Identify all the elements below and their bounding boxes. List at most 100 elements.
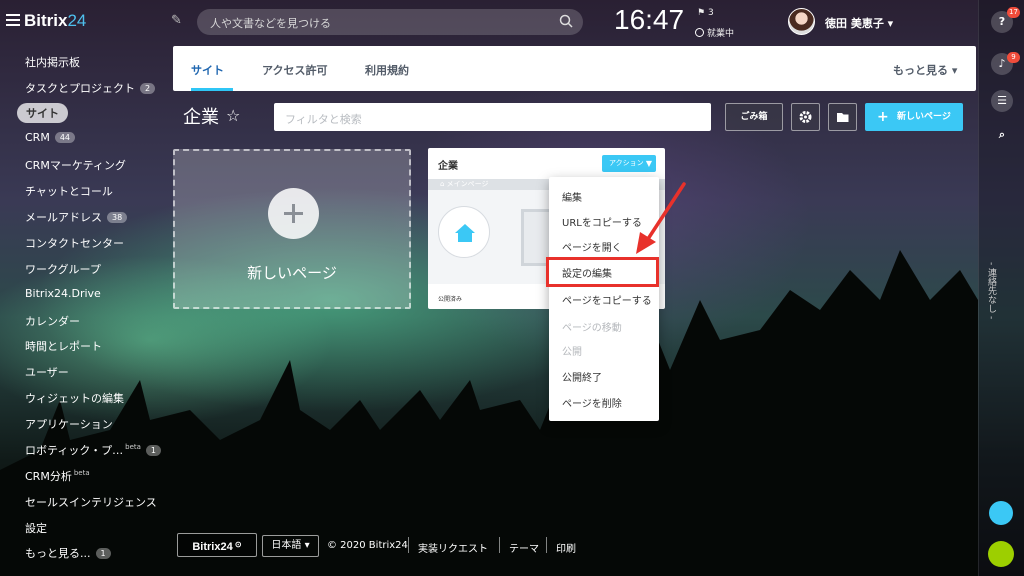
implementation-request-link[interactable]: 実装リクエスト [418,540,488,555]
search-icon[interactable]: ⌕ [991,124,1013,146]
sidebar-item-sites[interactable]: サイト [17,103,68,123]
language-label: 日本語 [271,540,302,551]
menu-item-edit[interactable]: 編集 [562,189,582,204]
plus-icon [268,188,319,239]
tab-more-label: もっと見る [893,64,948,77]
chat-icon[interactable]: ☰ [991,90,1013,112]
theme-link[interactable]: テーマ [509,540,539,555]
menu-item-publish: 公開 [562,347,582,358]
new-page-tile-label: 新しいページ [247,264,337,282]
sidebar-item-applications[interactable]: アプリケーション [25,416,113,432]
filter-placeholder: フィルタと検索 [285,113,362,126]
footer-divider [499,537,500,553]
sidebar-item-robotic[interactable]: ロボティック・プ… beta 1 [25,442,162,458]
sidebar-item-workgroups[interactable]: ワークグループ [25,261,101,277]
sidebar-item-sales-intelligence[interactable]: セールスインテリジェンス [25,494,157,510]
sidebar-item-calendar[interactable]: カレンダー [25,313,80,329]
mail-count-badge: 38 [107,212,128,223]
new-page-button-label: 新しいページ [897,112,951,122]
language-select[interactable]: 日本語 ▾ [262,535,319,557]
menu-item-copy-page[interactable]: ページをコピーする [562,292,652,307]
clock[interactable]: 16:47 [614,4,684,36]
action-button-label: アクション [609,159,644,167]
user-name: 徳田 美恵子 [825,17,884,30]
folder-button[interactable] [828,103,857,131]
site-status: 公開済み [438,296,463,303]
search-icon [559,14,573,28]
menu-item-move-page: ページの移動 [562,323,622,334]
chevron-down-icon: ▼ [645,159,652,168]
trash-button[interactable]: ごみ箱 [725,103,783,131]
crm-count-badge: 44 [54,132,76,143]
help-badge: 17 [1007,7,1020,18]
star-icon[interactable]: ☆ [226,106,240,125]
tab-bar: サイト アクセス許可 利用規約 もっと見る ▾ [173,46,976,91]
top-bar: Bitrix24 ✎ 人や文書などを見つける 16:47 ⚑ 3 就業中 徳田 … [0,0,978,44]
work-status-label: 就業中 [707,29,735,39]
bitrix24-logo[interactable]: Bitrix24 [24,11,86,31]
sidebar-item-crm-analytics[interactable]: CRM分析 beta [25,468,90,484]
page-title: 企業 [183,107,219,128]
sidebar-item-chat[interactable]: チャットとコール [25,183,113,199]
tasks-count-badge: 2 [140,83,156,94]
search-input[interactable]: 人や文書などを見つける [197,9,583,35]
beta-label: beta [73,469,90,477]
highlight-box [546,257,659,287]
transfer-icon[interactable] [989,501,1013,525]
work-status[interactable]: 就業中 [695,26,734,39]
clock-status-icon [695,28,704,37]
phone-icon[interactable] [988,541,1014,567]
sidebar-item-users[interactable]: ユーザー [25,364,69,380]
sidebar-item-more[interactable]: もっと見る... 1 [25,545,111,561]
footer-logo-text: Bitrix24 [192,541,233,553]
home-icon [438,206,490,258]
preview-bar-label: メインページ [446,180,489,188]
action-button[interactable]: アクション ▼ [602,155,656,172]
robotic-count-badge: 1 [145,445,162,456]
new-page-tile[interactable]: 新しいページ [173,149,411,309]
gear-icon [799,111,812,123]
menu-item-unpublish[interactable]: 公開終了 [562,369,602,384]
sidebar-item-tasks[interactable]: タスクとプロジェクト 2 [25,80,156,96]
tab-access[interactable]: アクセス許可 [262,62,327,78]
menu-item-open-page[interactable]: ページを開く [562,239,622,254]
red-arrow-annotation [636,182,686,254]
search-placeholder: 人や文書などを見つける [210,17,331,30]
footer-divider [408,537,409,553]
settings-button[interactable] [791,103,820,131]
flag-count[interactable]: ⚑ 3 [697,8,714,18]
tab-sites[interactable]: サイト [191,62,224,78]
notification-badge: 9 [1007,52,1020,63]
sidebar-item-mail[interactable]: メールアドレス 38 [25,209,128,225]
footer-logo-button[interactable]: Bitrix24 ⊙ [177,533,257,557]
filter-search-input[interactable]: フィルタと検索 [274,103,711,131]
menu-item-delete-page[interactable]: ページを削除 [562,395,622,410]
user-avatar[interactable] [788,8,815,35]
copyright-text: © 2020 Bitrix24 [327,540,408,551]
sidebar-item-feed[interactable]: 社内掲示板 [25,54,80,70]
edit-pen-icon[interactable]: ✎ [171,13,182,28]
footer-divider [546,537,547,553]
sidebar-item-time-reports[interactable]: 時間とレポート [25,338,102,354]
plus-icon: + [877,109,889,125]
tab-active-underline [191,88,233,91]
sidebar-item-widgets[interactable]: ウィジェットの編集 [25,390,124,406]
sidebar-item-crm[interactable]: CRM 44 [25,131,76,144]
sidebar-item-drive[interactable]: Bitrix24.Drive [25,287,101,300]
tab-more-button[interactable]: もっと見る ▾ [893,62,957,78]
more-count-badge: 1 [95,548,111,559]
new-page-button[interactable]: + 新しいページ [865,103,963,131]
site-card-name: 企業 [438,161,458,172]
print-link[interactable]: 印刷 [556,540,576,555]
beta-label: beta [125,443,141,451]
hamburger-menu-icon[interactable] [6,14,20,28]
flag-count-value: 3 [707,8,714,18]
sidebar-item-settings[interactable]: 設定 [25,520,47,536]
logo-number: 24 [67,11,87,30]
sidebar-item-crm-marketing[interactable]: CRMマーケティング [25,157,126,173]
sidebar-item-contact-center[interactable]: コンタクトセンター [25,235,124,251]
no-contacts-label: - 連絡先なし - [986,262,996,320]
tab-terms[interactable]: 利用規約 [365,62,409,78]
user-menu[interactable]: 徳田 美恵子 ▾ [825,15,893,31]
folder-plus-icon [837,113,849,122]
